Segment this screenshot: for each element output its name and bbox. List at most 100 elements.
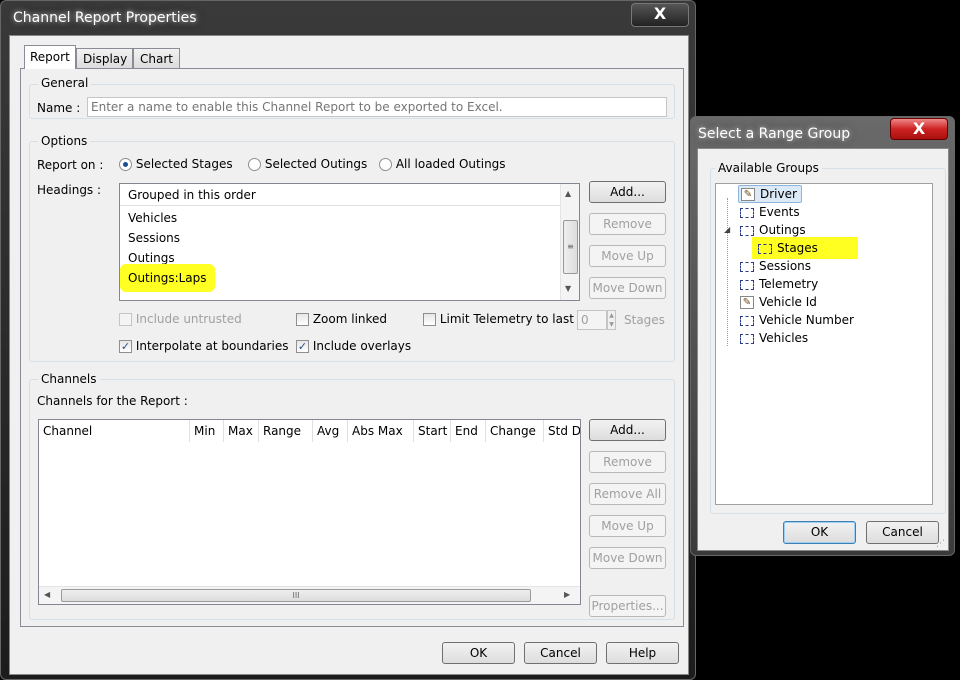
channels-group-label: Channels: [38, 372, 100, 386]
checkmark-icon: ✓: [119, 340, 132, 353]
edit-icon: ✎: [740, 296, 754, 309]
edit-icon: ✎: [741, 188, 755, 201]
checkbox-label: Include overlays: [312, 339, 412, 353]
channels-properties-button[interactable]: Properties...: [589, 595, 666, 617]
resize-grip-icon[interactable]: ⋰: [936, 539, 945, 549]
headings-remove-button[interactable]: Remove: [589, 213, 666, 235]
checkbox-icon: [423, 313, 436, 326]
headings-move-down-button[interactable]: Move Down: [589, 277, 666, 299]
tree-item-label: Sessions: [759, 259, 812, 273]
checkbox-label: Include untrusted: [135, 312, 242, 326]
name-label: Name :: [37, 101, 81, 115]
tree-item-label: Vehicle Number: [759, 313, 854, 327]
radio-label: All loaded Outings: [395, 157, 506, 171]
list-item[interactable]: Sessions: [128, 231, 180, 245]
list-item[interactable]: Vehicles: [128, 211, 177, 225]
headings-label: Headings :: [37, 183, 102, 197]
tree-expand-icon[interactable]: ◢: [724, 221, 730, 239]
dialog-client: Available Groups ✎ Driver Events ◢ Outing…: [697, 148, 949, 551]
tree-item-vehicle-id[interactable]: ✎ Vehicle Id: [740, 293, 817, 311]
range-icon: [740, 279, 754, 290]
tree-item-vehicle-number[interactable]: Vehicle Number: [740, 311, 854, 329]
radio-icon: [248, 158, 261, 171]
general-group-label: General: [38, 76, 92, 90]
headings-add-button[interactable]: Add...: [589, 181, 666, 203]
checkbox-icon: [119, 313, 132, 326]
column-header-start[interactable]: Start: [414, 420, 451, 442]
dialog-client: Report Display Chart General Name : Opti…: [9, 35, 689, 675]
headings-move-up-button[interactable]: Move Up: [589, 245, 666, 267]
radio-icon: [119, 158, 132, 171]
checkbox-icon: [296, 313, 309, 326]
tree-item-label: Vehicle Id: [759, 295, 817, 309]
tab-report[interactable]: Report: [24, 45, 76, 69]
scroll-thumb[interactable]: III: [61, 589, 531, 602]
report-on-label: Report on :: [37, 158, 104, 172]
tree-item-label: Stages: [777, 241, 818, 255]
channels-list-label: Channels for the Report :: [37, 394, 188, 408]
scroll-up-arrow-icon[interactable]: ▲: [565, 189, 571, 198]
column-header-range[interactable]: Range: [259, 420, 313, 442]
tree-item-driver[interactable]: ✎ Driver: [738, 185, 802, 203]
column-header-avg[interactable]: Avg: [313, 420, 348, 442]
tab-chart[interactable]: Chart: [133, 48, 180, 69]
channels-add-button[interactable]: Add...: [589, 419, 666, 441]
tree-item-events[interactable]: Events: [740, 203, 800, 221]
range-ok-button[interactable]: OK: [783, 521, 856, 544]
range-icon: [740, 315, 754, 326]
dialog-title: Channel Report Properties: [13, 10, 197, 26]
radio-label: Selected Outings: [264, 157, 368, 171]
column-header-channel[interactable]: Channel: [39, 420, 190, 442]
range-icon: [740, 261, 754, 272]
range-cancel-button[interactable]: Cancel: [866, 521, 939, 544]
column-header-std-dev[interactable]: Std D: [544, 420, 580, 442]
scroll-left-arrow-icon[interactable]: ◀: [44, 590, 50, 599]
tree-item-stages[interactable]: Stages: [752, 237, 858, 259]
help-button[interactable]: Help: [606, 642, 679, 664]
limit-telemetry-unit: Stages: [624, 313, 665, 327]
column-header-max[interactable]: Max: [224, 420, 259, 442]
radio-label: Selected Stages: [135, 157, 233, 171]
column-header-min[interactable]: Min: [190, 420, 224, 442]
radio-selected-stages[interactable]: Selected Stages: [119, 157, 233, 171]
channels-remove-button[interactable]: Remove: [589, 451, 666, 473]
channels-move-up-button[interactable]: Move Up: [589, 515, 666, 537]
close-button[interactable]: X: [890, 118, 948, 140]
vertical-scrollbar[interactable]: ▲ ≡ ▼: [560, 184, 579, 300]
limit-telemetry-input[interactable]: 0: [577, 310, 607, 330]
include-overlays-checkbox[interactable]: ✓ Include overlays: [296, 339, 411, 353]
list-item[interactable]: Outings: [128, 251, 175, 265]
ok-button[interactable]: OK: [442, 642, 515, 664]
column-header-end[interactable]: End: [451, 420, 486, 442]
tree-item-telemetry[interactable]: Telemetry: [740, 275, 818, 293]
tree-item-vehicles[interactable]: Vehicles: [740, 329, 808, 347]
checkbox-label: Zoom linked: [312, 312, 388, 326]
column-header-abs-max[interactable]: Abs Max: [348, 420, 414, 442]
zoom-linked-checkbox[interactable]: Zoom linked: [296, 312, 387, 326]
column-header-change[interactable]: Change: [486, 420, 544, 442]
limit-telemetry-checkbox[interactable]: Limit Telemetry to last: [423, 312, 574, 326]
close-button[interactable]: X: [631, 3, 689, 27]
scroll-down-arrow-icon[interactable]: ▼: [565, 284, 571, 293]
name-input[interactable]: [87, 97, 667, 117]
limit-telemetry-spinner[interactable]: ▲ ▼: [607, 310, 616, 330]
tab-display[interactable]: Display: [76, 48, 133, 69]
radio-all-loaded-outings[interactable]: All loaded Outings: [379, 157, 506, 171]
tree-item-sessions[interactable]: Sessions: [740, 257, 811, 275]
headings-list[interactable]: Grouped in this order Vehicles Sessions …: [119, 183, 580, 301]
scroll-right-arrow-icon[interactable]: ▶: [564, 590, 570, 599]
dialog-title: Select a Range Group: [698, 126, 851, 142]
channels-move-down-button[interactable]: Move Down: [589, 547, 666, 569]
cancel-button[interactable]: Cancel: [524, 642, 597, 664]
list-item[interactable]: Outings:Laps: [120, 264, 215, 292]
channels-remove-all-button[interactable]: Remove All: [589, 483, 666, 505]
channels-list[interactable]: Channel Min Max Range Avg Abs Max Start …: [38, 419, 581, 605]
horizontal-scrollbar[interactable]: ◀ III ▶: [39, 586, 580, 604]
channel-report-properties-dialog: Channel Report Properties X Report Displ…: [0, 0, 696, 680]
tab-panel: General Name : Options Report on : Selec…: [20, 68, 684, 627]
scroll-thumb[interactable]: ≡: [563, 220, 578, 274]
radio-selected-outings[interactable]: Selected Outings: [248, 157, 367, 171]
interpolate-checkbox[interactable]: ✓ Interpolate at boundaries: [119, 339, 288, 353]
groups-tree[interactable]: ✎ Driver Events ◢ Outings Stages Sessions…: [715, 183, 933, 505]
include-untrusted-checkbox[interactable]: Include untrusted: [119, 312, 242, 326]
